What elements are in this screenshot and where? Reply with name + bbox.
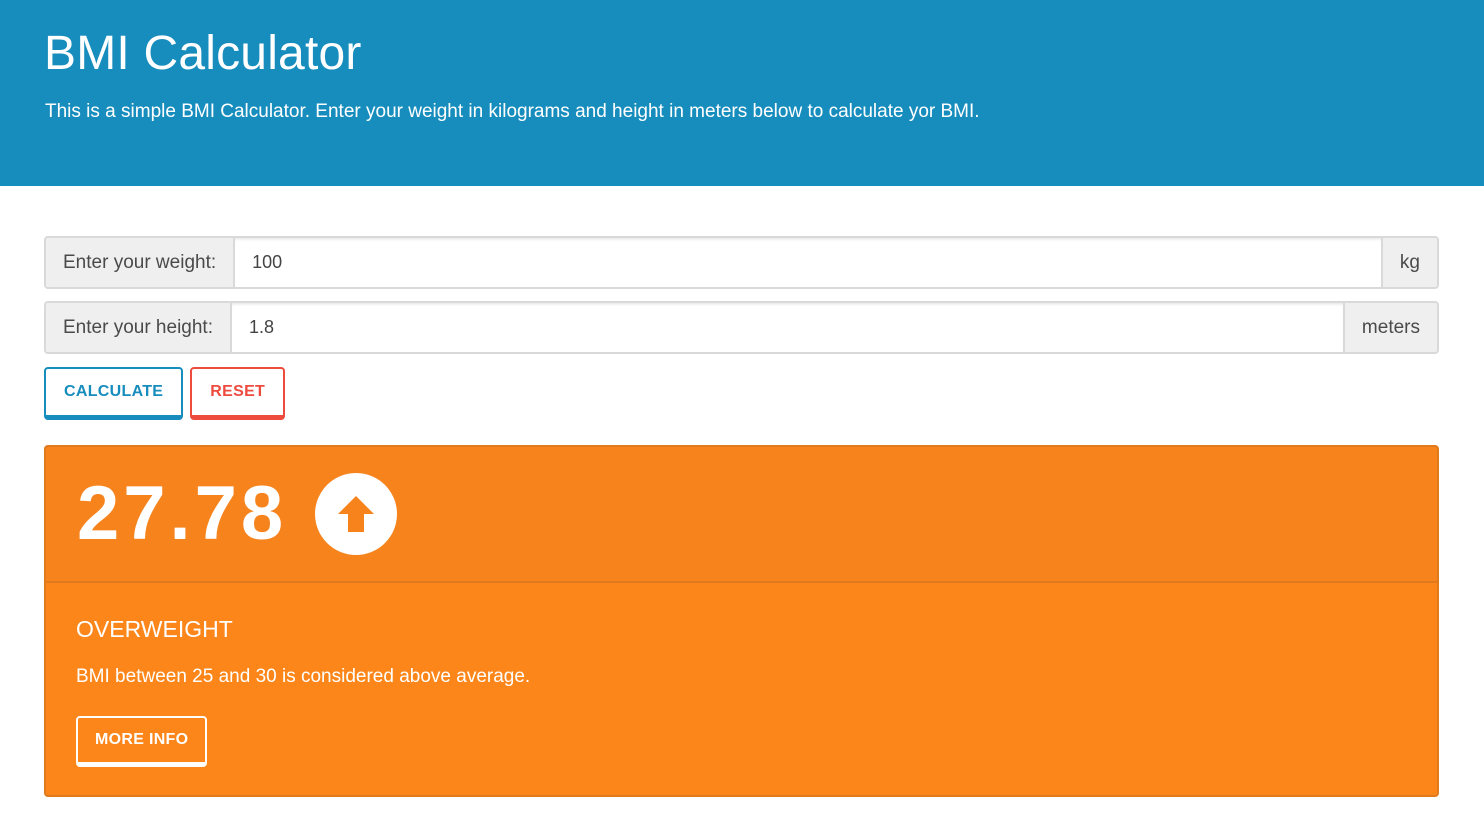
weight-input-group: Enter your weight: kg xyxy=(44,236,1439,289)
arrow-up-circle-icon xyxy=(315,473,398,555)
result-body: OVERWEIGHT BMI between 25 and 30 is cons… xyxy=(46,583,1437,795)
page-title: BMI Calculator xyxy=(44,27,362,80)
page-description: This is a simple BMI Calculator. Enter y… xyxy=(45,101,980,122)
calculator-form: Enter your weight: kg Enter your height:… xyxy=(0,186,1484,797)
bmi-description: BMI between 25 and 30 is considered abov… xyxy=(76,666,531,687)
height-input[interactable] xyxy=(231,303,1343,352)
weight-unit: kg xyxy=(1380,238,1437,287)
page-header: BMI Calculator This is a simple BMI Calc… xyxy=(0,0,1484,186)
calculate-button[interactable]: CALCULATE xyxy=(44,367,184,420)
result-panel: 27.78 OVERWEIGHT BMI between 25 and 30 i… xyxy=(44,445,1439,797)
bmi-value: 27.78 xyxy=(77,471,288,556)
height-label: Enter your height: xyxy=(46,303,232,352)
reset-button[interactable]: RESET xyxy=(190,367,286,420)
form-actions: CALCULATE RESET xyxy=(44,367,1439,420)
result-header: 27.78 xyxy=(46,447,1437,583)
more-info-button[interactable]: MORE INFO xyxy=(76,716,208,767)
height-unit: meters xyxy=(1342,303,1437,352)
weight-input[interactable] xyxy=(235,238,1381,287)
bmi-category: OVERWEIGHT xyxy=(76,616,233,642)
height-input-group: Enter your height: meters xyxy=(44,301,1439,354)
weight-label: Enter your weight: xyxy=(46,238,236,287)
